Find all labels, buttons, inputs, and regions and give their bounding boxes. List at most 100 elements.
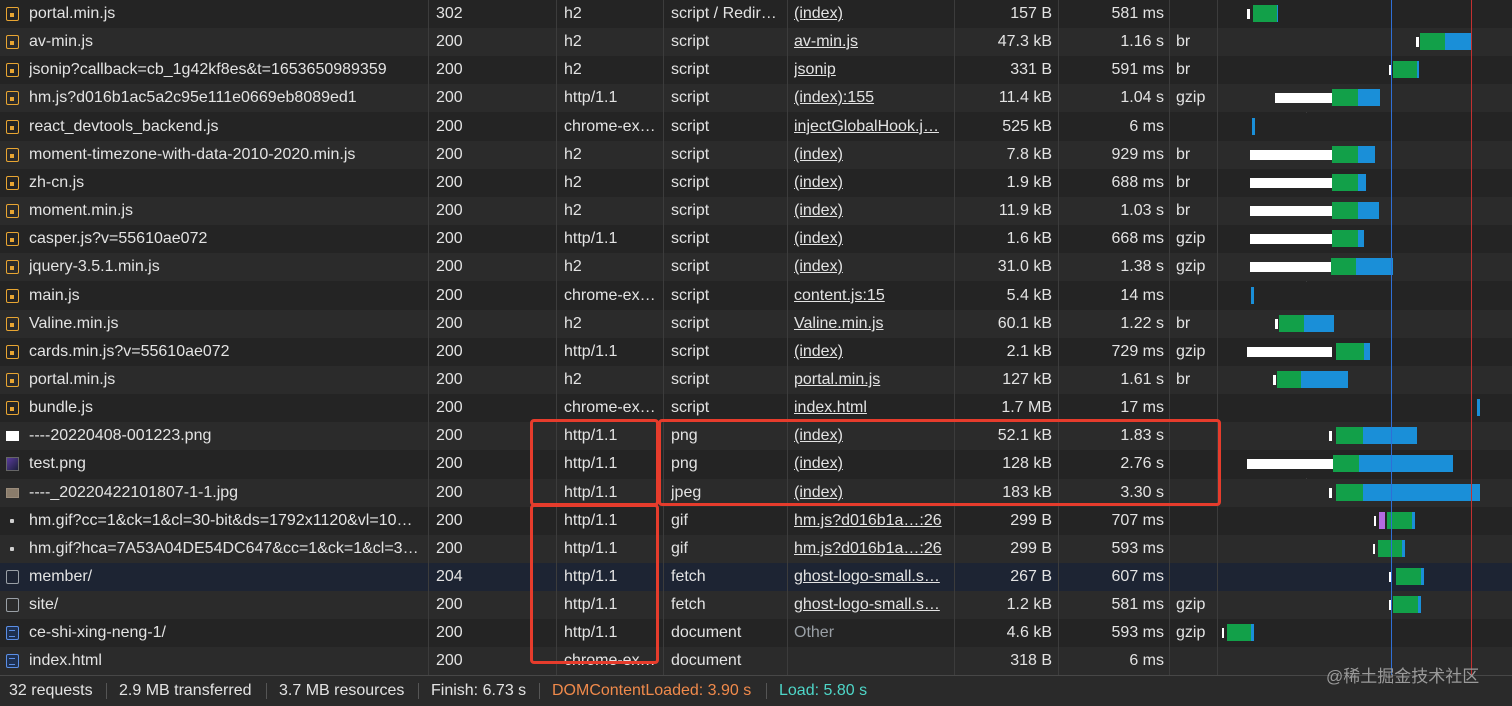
request-initiator: Other <box>794 624 835 641</box>
table-row[interactable]: portal.min.js 200 h2 script portal.min.js 127… <box>0 366 1512 394</box>
request-initiator[interactable]: hm.js?d016b1a…:26 <box>794 535 949 563</box>
download-bar <box>1363 484 1480 501</box>
table-row[interactable]: hm.gif?hca=7A53A04DE54DC647&cc=1&ck=1&cl… <box>0 535 1512 563</box>
jpeg-thumbnail-icon <box>6 488 19 498</box>
request-initiator[interactable]: (index) <box>794 197 949 225</box>
script-icon <box>6 345 19 359</box>
column-divider[interactable] <box>954 0 955 675</box>
ttfb-bar <box>1332 146 1358 163</box>
load-event-marker <box>1471 0 1472 675</box>
request-time: 607 ms <box>1111 568 1164 585</box>
request-size: 60.1 kB <box>997 315 1052 332</box>
table-row[interactable]: ce-shi-xing-neng-1/200 http/1.1 document Ot… <box>0 619 1512 647</box>
request-size: 5.4 kB <box>1006 287 1052 304</box>
table-row[interactable]: react_devtools_backend.js 200 chrome-ex… sc… <box>0 113 1512 141</box>
table-row[interactable]: casper.js?v=55610ae072 200 http/1.1 script (… <box>0 225 1512 253</box>
ttfb-bar <box>1277 371 1301 388</box>
dom-content-loaded-marker <box>1391 0 1392 675</box>
download-bar <box>1358 174 1366 191</box>
column-divider[interactable] <box>663 0 664 675</box>
column-divider[interactable] <box>787 0 788 675</box>
table-row[interactable]: cards.min.js?v=55610ae072 200 http/1.1 scri… <box>0 338 1512 366</box>
table-row[interactable]: index.html 200 chrome-ex… document 318 B6 ms <box>0 647 1512 675</box>
request-time: 14 ms <box>1120 287 1164 304</box>
queue-bar <box>1374 516 1376 526</box>
request-initiator[interactable]: (index) <box>794 141 949 169</box>
request-protocol: chrome-ex… <box>564 118 656 135</box>
request-type: script <box>671 33 710 50</box>
waiting-bar <box>1247 347 1332 357</box>
gif-dot-icon <box>10 519 14 523</box>
request-initiator[interactable]: (index) <box>794 169 949 197</box>
table-row[interactable]: moment.min.js 200 h2 script (index) 11.9 kB 1.… <box>0 197 1512 225</box>
request-encoding <box>1176 0 1216 28</box>
request-initiator[interactable]: ghost-logo-small.s… <box>794 563 949 591</box>
column-divider[interactable] <box>1217 0 1218 675</box>
script-icon <box>6 176 19 190</box>
table-row[interactable]: av-min.js 200 h2 script av-min.js 47.3 kB 1.16… <box>0 28 1512 56</box>
request-name: member/ <box>29 568 93 585</box>
request-initiator[interactable]: hm.js?d016b1a…:26 <box>794 507 949 535</box>
download-bar <box>1418 596 1421 613</box>
request-time: 591 ms <box>1111 61 1164 78</box>
request-size: 1.9 kB <box>1006 174 1052 191</box>
download-bar <box>1445 33 1471 50</box>
request-initiator[interactable]: (index) <box>794 225 949 253</box>
request-encoding: br <box>1176 202 1191 219</box>
request-type: script <box>671 287 710 304</box>
ttfb-bar <box>1332 174 1358 191</box>
request-encoding: gzip <box>1176 624 1206 641</box>
request-type: gif <box>671 540 688 557</box>
dom-content-loaded-time: DOMContentLoaded: 3.90 s <box>552 682 752 699</box>
request-status: 200 <box>436 343 463 360</box>
request-protocol: http/1.1 <box>564 89 618 106</box>
request-name: ----20220408-001223.png <box>29 427 212 444</box>
request-initiator[interactable]: (index) <box>794 338 949 366</box>
request-initiator[interactable]: index.html <box>794 394 949 422</box>
request-initiator <box>794 647 949 675</box>
ttfb-bar <box>1420 33 1445 50</box>
table-row[interactable]: moment-timezone-with-data-2010-2020.min.… <box>0 141 1512 169</box>
request-initiator[interactable]: (index):155 <box>794 84 949 112</box>
table-row[interactable]: main.js 200 chrome-ex… script content.js:15 5… <box>0 282 1512 310</box>
table-row[interactable]: hm.gif?cc=1&ck=1&cl=30-bit&ds=1792x1120&… <box>0 507 1512 535</box>
request-encoding: br <box>1176 315 1191 332</box>
table-row[interactable]: member/204 http/1.1 fetch ghost-logo-small.… <box>0 563 1512 591</box>
gif-dot-icon <box>10 547 14 551</box>
request-initiator[interactable]: jsonip <box>794 56 949 84</box>
request-protocol: http/1.1 <box>564 230 618 247</box>
request-initiator[interactable]: ghost-logo-small.s… <box>794 591 949 619</box>
request-encoding: br <box>1176 146 1191 163</box>
annotation-box-protocol-others <box>530 504 659 664</box>
request-initiator[interactable]: (index) <box>794 253 949 281</box>
table-row[interactable]: bundle.js 200 chrome-ex… script index.html 1.… <box>0 394 1512 422</box>
request-name: main.js <box>29 287 80 304</box>
script-icon <box>6 317 19 331</box>
request-encoding: br <box>1176 61 1191 78</box>
column-divider[interactable] <box>428 0 429 675</box>
table-row[interactable]: hm.js?d016b1ac5a2c95e111e0669eb8089ed1 20… <box>0 84 1512 112</box>
request-protocol: http/1.1 <box>564 343 618 360</box>
table-row[interactable]: zh-cn.js 200 h2 script (index) 1.9 kB 688 ms br <box>0 169 1512 197</box>
request-initiator[interactable]: portal.min.js <box>794 366 949 394</box>
request-initiator[interactable]: (index) <box>794 0 949 28</box>
table-row[interactable]: portal.min.js 302 h2 script / Redir… (index)… <box>0 0 1512 28</box>
request-initiator[interactable]: injectGlobalHook.j… <box>794 113 949 141</box>
request-initiator[interactable]: Valine.min.js <box>794 310 949 338</box>
request-initiator[interactable]: av-min.js <box>794 28 949 56</box>
column-divider[interactable] <box>1058 0 1059 675</box>
request-initiator[interactable]: content.js:15 <box>794 282 949 310</box>
request-size: 1.2 kB <box>1006 596 1052 613</box>
column-divider[interactable] <box>1169 0 1170 675</box>
request-time: 1.03 s <box>1120 202 1164 219</box>
download-bar <box>1417 61 1419 78</box>
request-type: script <box>671 174 710 191</box>
table-row[interactable]: jquery-3.5.1.min.js 200 h2 script (index) 31.… <box>0 253 1512 281</box>
table-row[interactable]: Valine.min.js 200 h2 script Valine.min.js 60.… <box>0 310 1512 338</box>
table-row[interactable]: site/200 http/1.1 fetch ghost-logo-small.s…… <box>0 591 1512 619</box>
request-time: 729 ms <box>1111 343 1164 360</box>
script-icon <box>6 232 19 246</box>
footer-divider <box>766 683 767 699</box>
table-row[interactable]: jsonip?callback=cb_1g42kf8es&t=165365098… <box>0 56 1512 84</box>
load-time: Load: 5.80 s <box>779 682 868 699</box>
